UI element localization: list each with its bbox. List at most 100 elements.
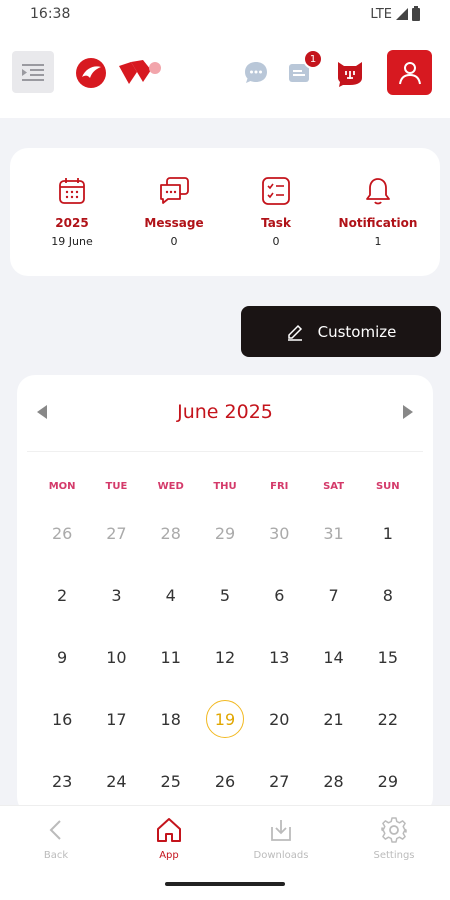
status-bar: 16:38 LTE (0, 0, 450, 28)
calendar-day[interactable]: 4 (144, 575, 198, 615)
calendar-day[interactable]: 10 (89, 637, 143, 677)
summary-message[interactable]: Message 0 (129, 176, 219, 248)
calendar-day-number: 29 (377, 771, 399, 791)
calendar-day-number: 25 (160, 771, 181, 791)
calendar-day[interactable]: 28 (144, 513, 198, 553)
summary-notification[interactable]: Notification 1 (333, 176, 423, 248)
calendar-day[interactable]: 24 (89, 761, 143, 801)
calendar-day[interactable]: 2 (35, 575, 89, 615)
summary-task[interactable]: Task 0 (231, 176, 321, 248)
chat-button[interactable] (243, 60, 269, 86)
calendar-day[interactable]: 25 (144, 761, 198, 801)
calendar-day[interactable]: 15 (361, 637, 415, 677)
summary-date[interactable]: 2025 19 June (27, 176, 117, 248)
calendar-day-number: 26 (214, 771, 236, 791)
calendar-day[interactable]: 27 (252, 761, 306, 801)
calendar-day-number: 11 (160, 647, 181, 667)
nav-back[interactable]: Back (11, 816, 101, 861)
status-indicators: LTE (370, 5, 420, 22)
divider (27, 451, 423, 452)
calendar-day-number: 30 (269, 523, 290, 543)
summary-value: 0 (272, 235, 280, 248)
summary-label: Notification (338, 216, 418, 230)
calendar-day[interactable]: 18 (144, 699, 198, 739)
nav-label: App (159, 850, 179, 861)
weekday-label: SUN (375, 481, 400, 492)
calendar-day[interactable]: 20 (252, 699, 306, 739)
calendar-day[interactable]: 13 (252, 637, 306, 677)
calendar-day-number: 7 (328, 585, 339, 605)
calendar-day[interactable]: 28 (306, 761, 360, 801)
message-icon (160, 177, 189, 204)
calendar-day[interactable]: 22 (361, 699, 415, 739)
calendar-day[interactable]: 29 (361, 761, 415, 801)
calendar-day-number: 13 (269, 647, 290, 667)
calendar-day-number: 17 (106, 709, 127, 729)
calendar-day[interactable]: 11 (144, 637, 198, 677)
calendar-day[interactable]: 5 (198, 575, 252, 615)
calendar-day-number: 23 (51, 771, 73, 791)
calendar-day-number: 20 (269, 709, 290, 729)
calendar-day-number: 27 (106, 523, 127, 543)
calendar-day[interactable]: 29 (198, 513, 252, 553)
airline-logo (76, 58, 106, 88)
calendar-day[interactable]: 3 (89, 575, 143, 615)
summary-value: 1 (374, 235, 382, 248)
calendar-day[interactable]: 6 (252, 575, 306, 615)
calendar-day[interactable]: 14 (306, 637, 360, 677)
network-type: LTE (370, 6, 392, 22)
home-indicator[interactable] (165, 882, 285, 886)
calendar-day[interactable]: 31 (306, 513, 360, 553)
calendar-icon (59, 178, 85, 204)
weekday-header: MON TUE WED THU FRI SAT SUN (35, 481, 415, 492)
weekday-label: TUE (105, 481, 128, 492)
calendar-day[interactable]: 26 (198, 761, 252, 801)
calendar-day[interactable]: 21 (306, 699, 360, 739)
nav-label: Back (43, 850, 69, 861)
nav-app[interactable]: App (124, 816, 214, 861)
menu-button[interactable] (12, 51, 54, 93)
notification-badge: 1 (303, 49, 323, 69)
gear-icon (381, 817, 407, 843)
weekday-label: MON (48, 481, 76, 492)
calendar-day[interactable]: 23 (35, 761, 89, 801)
next-month-icon[interactable] (403, 405, 413, 419)
calendar-day-number: 21 (323, 709, 344, 729)
calendar-day[interactable]: 9 (35, 637, 89, 677)
calendar-day-number: 22 (377, 709, 399, 729)
calendar-card: June 2025 MON TUE WED THU FRI SAT SUN 26 27 28 29… (17, 375, 433, 815)
weekday-label: FRI (270, 481, 289, 492)
battery-icon (412, 5, 420, 21)
assistant-button[interactable] (335, 58, 365, 88)
calendar-day-number: 3 (111, 585, 122, 605)
calendar-day[interactable]: 1 (361, 513, 415, 553)
calendar-day-today[interactable]: 19 (198, 699, 252, 739)
calendar-day-number: 27 (269, 771, 290, 791)
nav-label: Downloads (253, 850, 309, 861)
app-logo (117, 58, 165, 88)
customize-button[interactable]: Customize (241, 306, 441, 357)
calendar-day-number: 14 (323, 647, 344, 667)
user-icon (398, 61, 421, 84)
calendar-day-number: 28 (323, 771, 344, 791)
calendar-day[interactable]: 16 (35, 699, 89, 739)
pencil-icon (287, 324, 302, 341)
calendar-day[interactable]: 27 (89, 513, 143, 553)
profile-button[interactable] (387, 50, 432, 95)
calendar-day-number: 31 (323, 523, 344, 543)
nav-settings[interactable]: Settings (349, 816, 439, 861)
calendar-day-number: 12 (214, 647, 236, 667)
calendar-day[interactable]: 8 (361, 575, 415, 615)
nav-label: Settings (373, 850, 415, 861)
summary-label: Task (261, 216, 291, 230)
calendar-day-number: 10 (106, 647, 127, 667)
signal-icon (396, 8, 408, 20)
calendar-day[interactable]: 7 (306, 575, 360, 615)
calendar-day[interactable]: 12 (198, 637, 252, 677)
calendar-day-number: 26 (51, 523, 73, 543)
calendar-day[interactable]: 26 (35, 513, 89, 553)
calendar-day[interactable]: 17 (89, 699, 143, 739)
calendar-day[interactable]: 30 (252, 513, 306, 553)
nav-downloads[interactable]: Downloads (236, 816, 326, 861)
menu-icon (22, 64, 44, 81)
